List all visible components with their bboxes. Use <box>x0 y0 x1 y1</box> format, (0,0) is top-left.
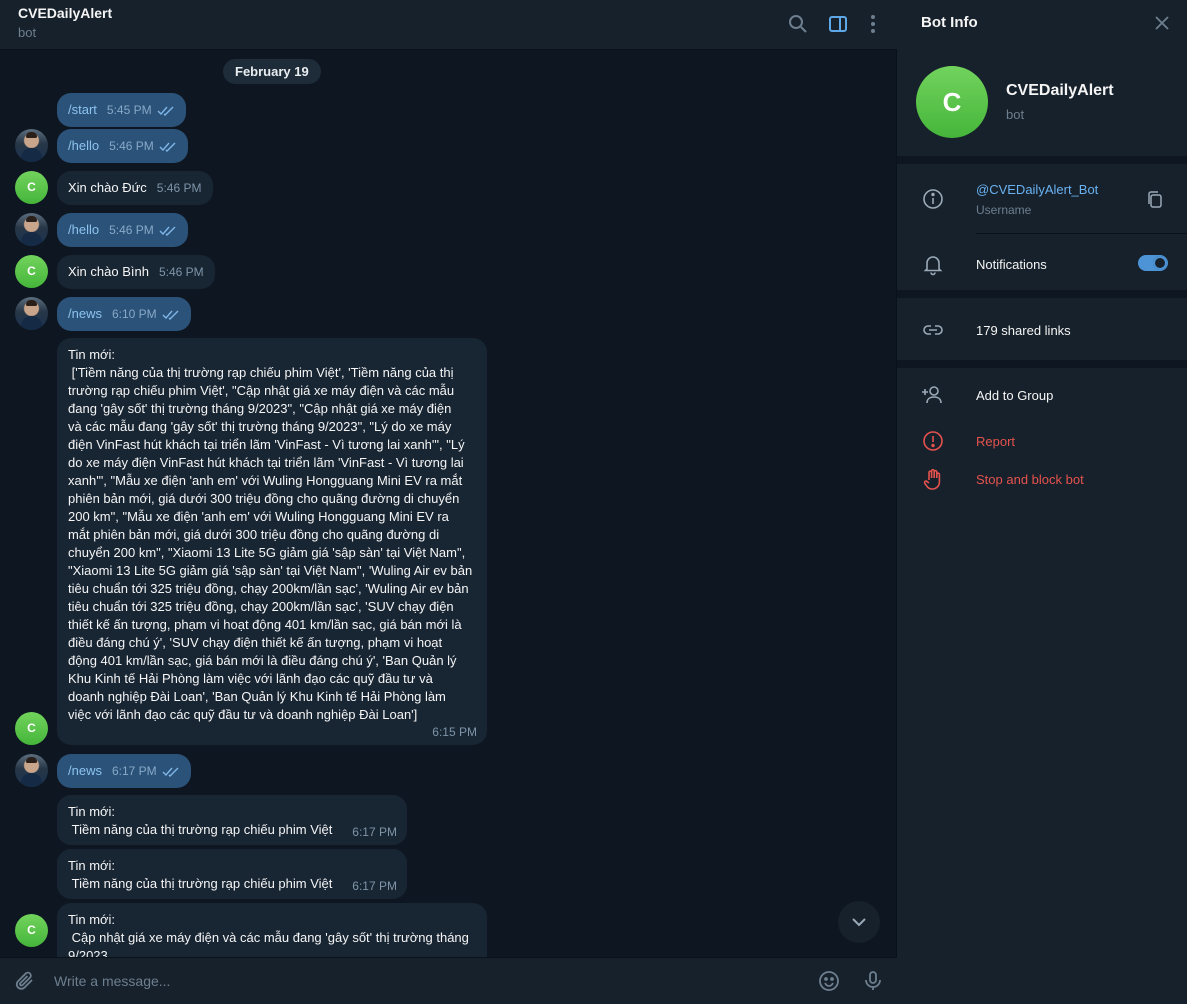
link-icon <box>921 318 945 342</box>
user-avatar[interactable] <box>15 754 48 787</box>
message-time: 5:46 PM <box>109 223 154 237</box>
message-list[interactable]: February 19 /start 5:45 PM /hello 5:46 PM … <box>0 50 897 957</box>
read-checks-icon <box>157 106 174 116</box>
panel-title: Bot Info <box>921 14 978 31</box>
bell-icon <box>921 252 945 276</box>
report-icon <box>921 429 945 453</box>
report-button[interactable]: Report <box>976 434 1015 449</box>
message-time: 5:46 PM <box>158 265 204 279</box>
read-checks-icon <box>159 142 176 152</box>
close-icon[interactable] <box>1151 12 1173 34</box>
stop-and-block-button[interactable]: Stop and block bot <box>976 472 1084 487</box>
message-input[interactable] <box>54 970 794 992</box>
notifications-toggle[interactable] <box>1138 255 1168 271</box>
bot-avatar[interactable]: C <box>15 712 48 745</box>
bot-name: CVEDailyAlert <box>1006 82 1114 99</box>
message-text: Tin mới: Cập nhật giá xe máy điện và các… <box>68 912 469 957</box>
sidebar-toggle-icon[interactable] <box>826 12 850 36</box>
emoji-icon[interactable] <box>817 969 841 993</box>
bot-status: bot <box>1006 107 1025 122</box>
bot-avatar[interactable]: C <box>15 171 48 204</box>
add-user-icon <box>921 383 945 407</box>
message-composer <box>0 957 897 1004</box>
incoming-message[interactable]: Xin chào Đức 5:46 PM <box>57 171 213 205</box>
incoming-message[interactable]: Tin mới: ['Tiềm năng của thị trường rạp … <box>57 338 487 745</box>
outgoing-message[interactable]: /hello 5:46 PM <box>57 129 189 163</box>
read-checks-icon <box>162 310 179 320</box>
message-text: /start <box>68 102 97 117</box>
section-divider <box>897 360 1187 368</box>
chat-pane: CVEDailyAlert bot February 19 /start 5:45… <box>0 0 897 1004</box>
message-text: Tin mới: Tiềm năng của thị trường rạp ch… <box>68 804 333 837</box>
chevron-down-icon <box>852 918 866 927</box>
username-label: Username <box>976 203 1032 217</box>
more-vertical-icon[interactable] <box>861 12 885 36</box>
message-text: /news <box>68 306 102 321</box>
message-text: /hello <box>68 222 100 237</box>
section-divider <box>897 156 1187 164</box>
outgoing-message[interactable]: /news 6:17 PM <box>57 754 192 788</box>
message-time: 6:17 PM <box>352 879 397 893</box>
add-to-group-button[interactable]: Add to Group <box>976 388 1053 403</box>
shared-links-item[interactable]: 179 shared links <box>976 323 1071 338</box>
user-avatar[interactable] <box>15 129 48 162</box>
chat-title[interactable]: CVEDailyAlert <box>18 5 112 21</box>
message-time: 5:46 PM <box>156 181 202 195</box>
attach-icon[interactable] <box>13 969 37 993</box>
copy-icon[interactable] <box>1145 190 1165 210</box>
incoming-message[interactable]: Xin chào Bình 5:46 PM <box>57 255 215 289</box>
scroll-down-button[interactable] <box>838 901 880 943</box>
message-text: /hello <box>68 138 100 153</box>
bot-avatar[interactable]: C <box>15 914 48 947</box>
message-text: Xin chào Đức <box>68 180 147 195</box>
message-text: Xin chào Bình <box>68 264 149 279</box>
notifications-label: Notifications <box>976 257 1047 272</box>
message-time: 6:15 PM <box>432 725 477 739</box>
outgoing-message[interactable]: /news 6:10 PM <box>57 297 192 331</box>
chat-header[interactable]: CVEDailyAlert bot <box>0 0 897 50</box>
message-time: 6:17 PM <box>111 764 157 778</box>
search-icon[interactable] <box>786 12 810 36</box>
chat-subtitle: bot <box>18 25 37 40</box>
hand-stop-icon <box>921 467 945 491</box>
incoming-message[interactable]: Tin mới: Cập nhật giá xe máy điện và các… <box>57 903 487 957</box>
info-icon <box>921 187 945 211</box>
bot-avatar-large[interactable]: C <box>916 66 988 138</box>
bot-avatar[interactable]: C <box>15 255 48 288</box>
incoming-message[interactable]: Tin mới: Tiềm năng của thị trường rạp ch… <box>57 795 407 845</box>
user-avatar[interactable] <box>15 297 48 330</box>
outgoing-message[interactable]: /hello 5:46 PM <box>57 213 189 247</box>
outgoing-message[interactable]: /start 5:45 PM <box>57 93 187 127</box>
date-separator: February 19 <box>223 59 321 84</box>
read-checks-icon <box>159 226 176 236</box>
message-time: 5:45 PM <box>106 103 152 117</box>
row-divider <box>976 233 1187 234</box>
message-text: Tin mới: Tiềm năng của thị trường rạp ch… <box>68 858 333 891</box>
bot-info-panel: Bot Info C CVEDailyAlert bot @CVEDailyAl… <box>897 0 1187 1004</box>
bot-username[interactable]: @CVEDailyAlert_Bot <box>976 182 1098 197</box>
user-avatar[interactable] <box>15 213 48 246</box>
message-time: 5:46 PM <box>109 139 154 153</box>
message-time: 6:17 PM <box>352 825 397 839</box>
message-text: /news <box>68 763 102 778</box>
incoming-message[interactable]: Tin mới: Tiềm năng của thị trường rạp ch… <box>57 849 407 899</box>
message-text: Tin mới: ['Tiềm năng của thị trường rạp … <box>68 347 473 722</box>
message-time: 6:10 PM <box>111 307 157 321</box>
microphone-icon[interactable] <box>861 969 885 993</box>
read-checks-icon <box>162 767 179 777</box>
section-divider <box>897 290 1187 298</box>
